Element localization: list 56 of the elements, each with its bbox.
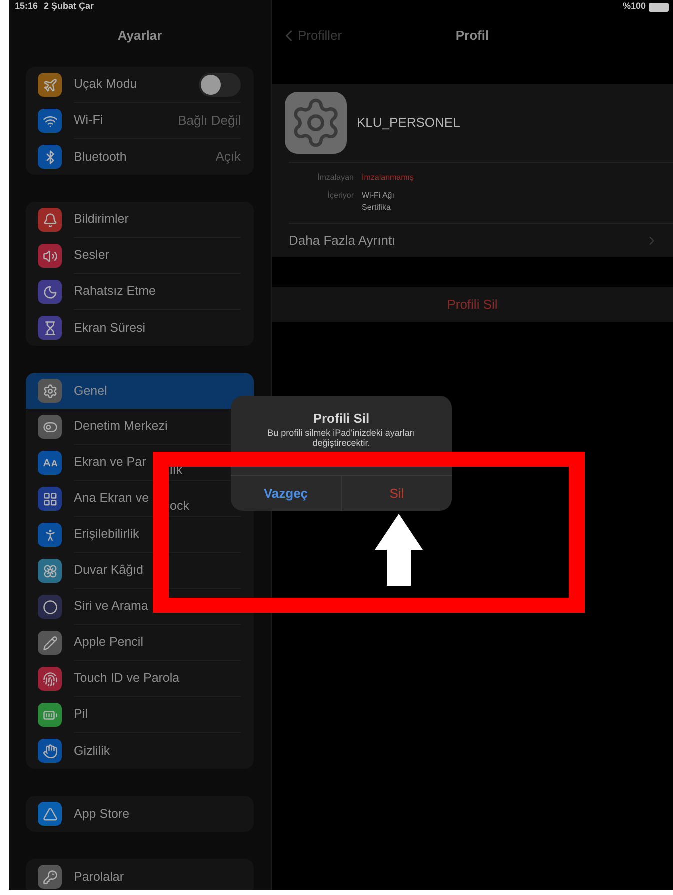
settings-row[interactable]: Rahatsız Etme bbox=[26, 274, 254, 310]
sidebar-title: Ayarlar bbox=[118, 27, 162, 46]
settings-label: Siri ve Arama bbox=[74, 598, 150, 616]
settings-label: ock bbox=[170, 500, 190, 513]
settings-label: Touch ID ve Parola bbox=[74, 670, 181, 688]
settings-label: Sesler bbox=[74, 247, 110, 264]
field-label: İmzalayan bbox=[316, 172, 354, 184]
settings-row[interactable]: Bluetooth Açık bbox=[26, 139, 254, 175]
settings-label: Ekran ve Par bbox=[74, 454, 148, 472]
settings-label: Wi-Fi bbox=[74, 112, 104, 130]
settings-row[interactable]: Uçak Modu bbox=[26, 67, 254, 103]
settings-row[interactable]: Wi-Fi Bağlı Değil bbox=[26, 103, 254, 139]
settings-row[interactable]: Apple Pencil bbox=[26, 625, 254, 661]
settings-value: Bağlı Değil bbox=[178, 112, 241, 130]
settings-label: Duvar Kâğıd bbox=[74, 562, 144, 580]
dialog-message: Bu profili silmek iPad'inizdeki ayarları değiştirecektir. bbox=[266, 428, 416, 448]
more-details-link[interactable]: Daha Fazla Ayrıntı bbox=[289, 230, 645, 250]
arrow-icon bbox=[375, 514, 423, 586]
settings-label: Gizlilik bbox=[74, 742, 112, 760]
settings-row[interactable]: Sesler bbox=[26, 238, 254, 274]
field-value: Sertifika bbox=[362, 202, 392, 214]
settings-label: Parolalar bbox=[74, 868, 126, 886]
settings-label: Genel bbox=[74, 382, 108, 400]
detail-title: Profil bbox=[456, 27, 490, 46]
settings-value: Açık bbox=[216, 148, 241, 166]
gear-icon bbox=[285, 92, 347, 154]
settings-label: App Store bbox=[74, 806, 131, 823]
settings-label: Denetim Merkezi bbox=[74, 418, 169, 436]
toggle-switch[interactable] bbox=[199, 72, 241, 96]
status-date: 2 Şubat Çar bbox=[44, 0, 94, 14]
dialog-button[interactable]: Vazgeç bbox=[231, 476, 341, 511]
field-value: Wi-Fi Ağı bbox=[362, 190, 394, 202]
settings-row[interactable]: Parolalar bbox=[26, 859, 254, 890]
settings-label: Bildirimler bbox=[74, 211, 130, 228]
settings-label: Rahatsız Etme bbox=[74, 283, 157, 300]
battery-icon bbox=[649, 2, 669, 12]
settings-row[interactable]: Pil bbox=[26, 697, 254, 733]
settings-row[interactable]: Bildirimler bbox=[26, 202, 254, 238]
settings-label: Bluetooth bbox=[74, 148, 128, 166]
settings-row[interactable]: App Store bbox=[26, 796, 254, 832]
settings-row[interactable]: Genel bbox=[26, 373, 254, 409]
dialog-title: Profili Sil bbox=[312, 411, 371, 426]
profile-name: KLU_PERSONEL bbox=[357, 114, 460, 132]
settings-label: Ekran Süresi bbox=[74, 320, 147, 337]
settings-label: Ana Ekran ve bbox=[74, 490, 150, 508]
settings-label: Uçak Modu bbox=[74, 76, 138, 94]
settings-label: Pil bbox=[74, 706, 89, 724]
settings-row[interactable]: Gizlilik bbox=[26, 733, 254, 769]
status-time: 15:16 bbox=[15, 0, 38, 14]
battery-percent: %100 bbox=[622, 0, 646, 14]
settings-label: Erişilebilirlik bbox=[74, 526, 140, 544]
field-value: İmzalanmamış bbox=[362, 172, 414, 184]
settings-row[interactable]: Ekran Süresi bbox=[26, 310, 254, 346]
field-label: İçeriyor bbox=[326, 190, 354, 202]
settings-label: Apple Pencil bbox=[74, 634, 144, 652]
settings-row[interactable]: Touch ID ve Parola bbox=[26, 661, 254, 697]
